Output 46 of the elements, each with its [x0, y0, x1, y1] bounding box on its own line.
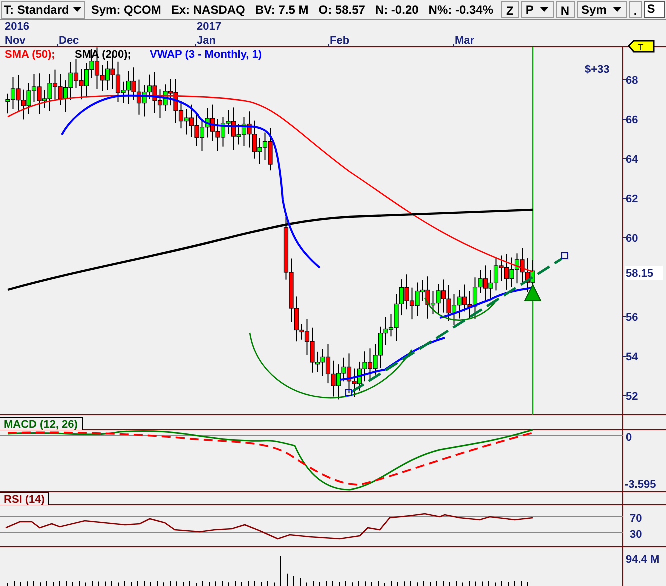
indicator-legend: VWAP (3 - Monthly, 1) — [150, 49, 262, 61]
rsi-axis-label: 70 — [630, 513, 642, 525]
price-axis-label: 56 — [626, 312, 638, 324]
rsi-axis-label: 30 — [630, 529, 642, 541]
month-label: Nov — [5, 35, 26, 47]
last-price-label: 58.15 — [625, 266, 663, 280]
trendline-handle — [562, 252, 568, 260]
template-dropdown[interactable]: T: Standard — [1, 0, 86, 18]
tag-marker: T — [628, 40, 655, 53]
toolbar-bar-volume: BV: 7.5 M — [254, 2, 310, 18]
macd-axis-label: -3.595 — [625, 479, 656, 491]
panel-title: RSI (14) — [0, 492, 50, 506]
toolbar-percent-change: N%: -0.34% — [428, 2, 494, 18]
month-label: Dec — [59, 35, 80, 47]
caret-icon — [612, 7, 622, 12]
price-axis-label: 52 — [626, 391, 638, 403]
profit-label: $+33 — [585, 64, 610, 76]
price-axis-label: 54 — [626, 352, 638, 364]
indicator-legend: SMA (50); — [5, 49, 56, 61]
volume-axis-label: 94.4 M — [626, 554, 660, 566]
year-label: 2017 — [197, 21, 222, 33]
triangle-marker — [524, 284, 542, 302]
toolbar-dropdown[interactable]: P — [520, 1, 554, 18]
price-axis-label: 68 — [626, 75, 638, 87]
toolbar-symbol: Sym: QCOM — [90, 2, 162, 18]
month-label: Feb — [330, 35, 350, 47]
toolbar-exchange: Ex: NASDAQ — [170, 2, 246, 18]
month-label: Mar — [455, 35, 475, 47]
price-axis-label: 62 — [626, 194, 638, 206]
macd-axis-label: 0 — [626, 432, 632, 444]
price-axis-label: 60 — [626, 233, 638, 245]
toolbar-button[interactable]: N — [556, 1, 575, 18]
caret-icon — [540, 7, 549, 12]
toolbar-net-change: N: -0.20 — [374, 2, 420, 18]
toolbar-button[interactable]: Z — [501, 1, 519, 18]
toolbar-open: O: 58.57 — [318, 2, 366, 18]
symbol-field[interactable]: S — [644, 1, 665, 18]
toolbar-button[interactable]: . — [628, 1, 642, 18]
year-label: 2016 — [5, 21, 30, 33]
caret-icon — [73, 7, 82, 12]
toolbar-dropdown[interactable]: Sym — [576, 1, 627, 18]
price-axis-label: 64 — [626, 154, 638, 166]
panel-title: MACD (12, 26) — [0, 418, 84, 431]
price-axis-label: 66 — [626, 114, 638, 126]
month-label: Jan — [197, 35, 216, 47]
trendline-handle — [346, 390, 352, 396]
